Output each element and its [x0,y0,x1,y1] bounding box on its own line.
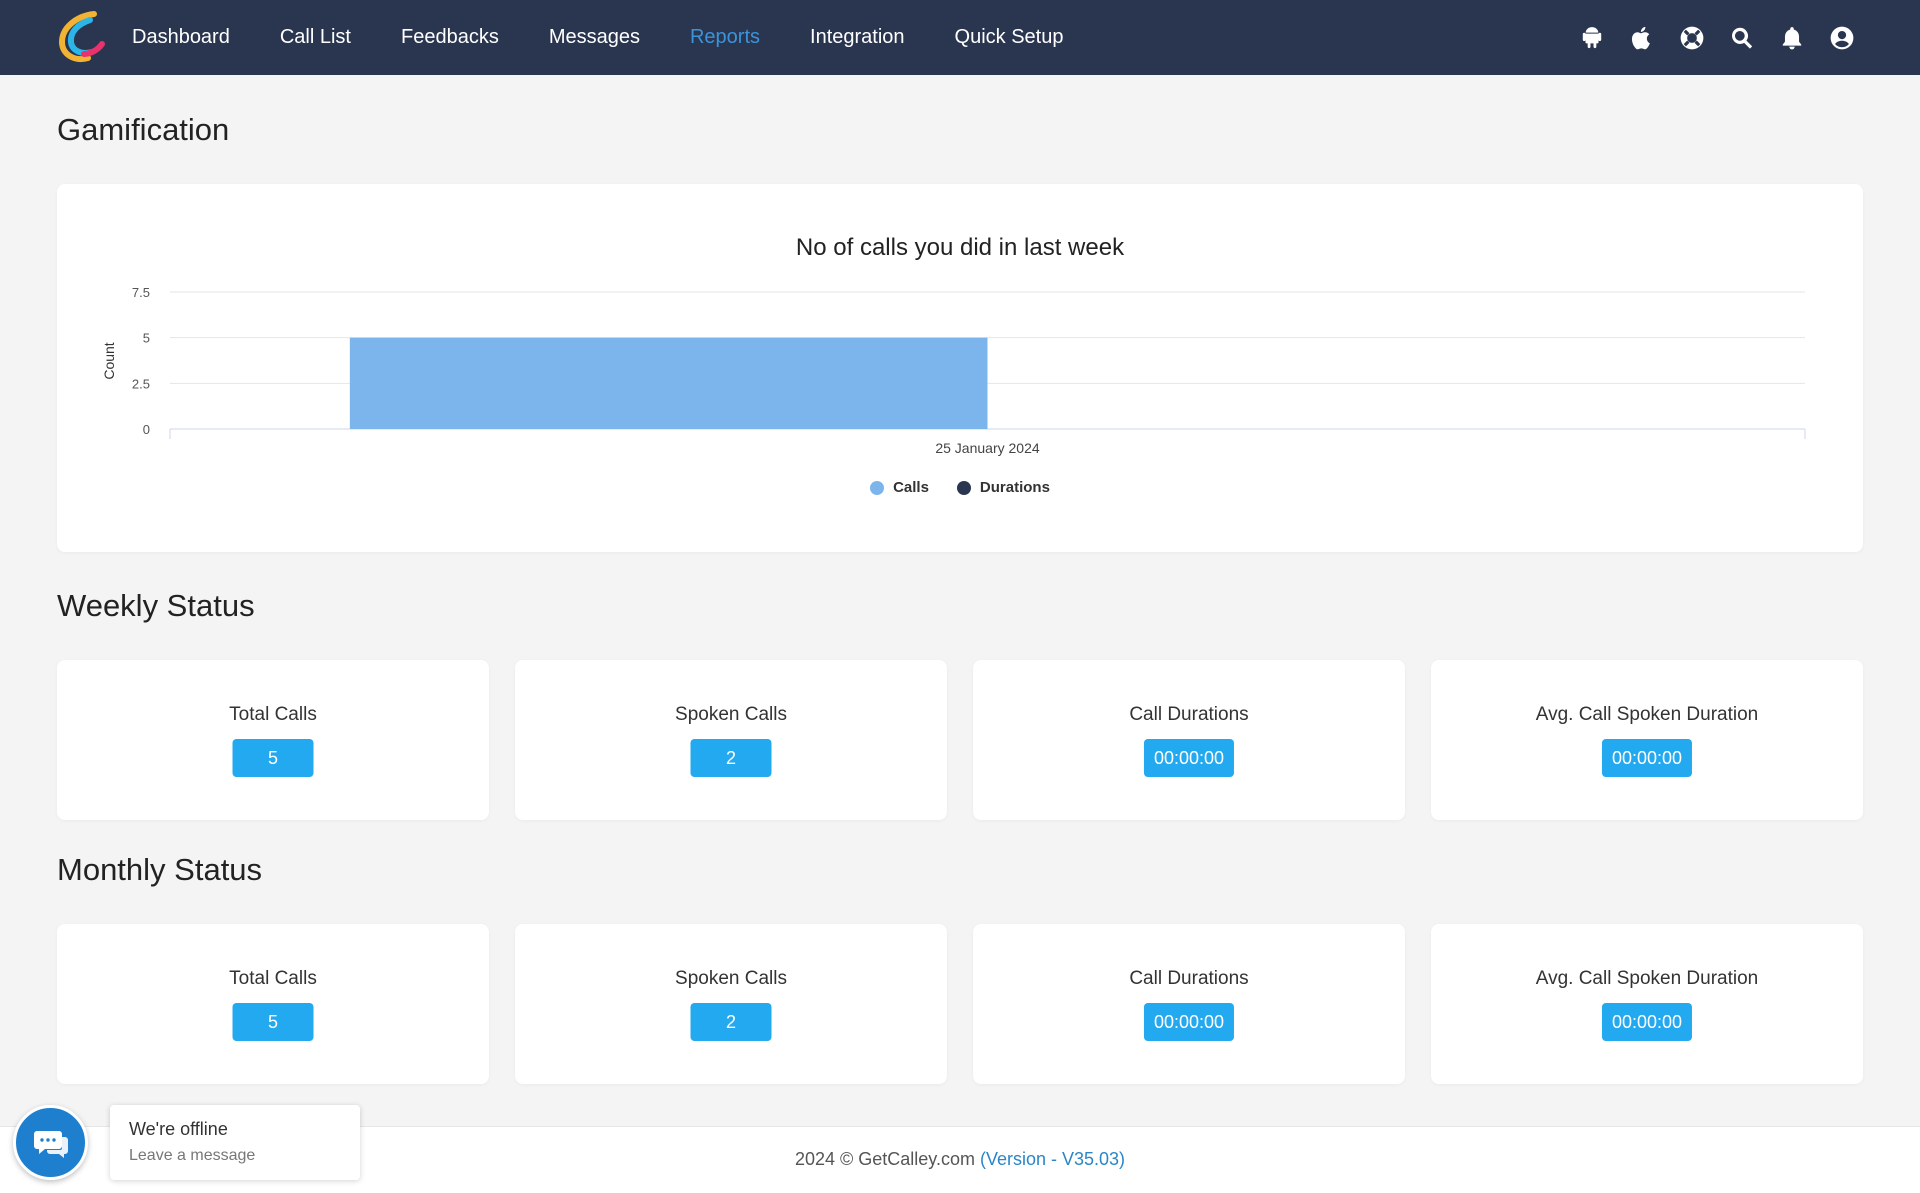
search-icon[interactable] [1728,24,1756,52]
gamification-heading: Gamification [57,112,230,147]
stat-label: Spoken Calls [675,704,787,725]
legend-label-durations: Durations [979,479,1050,496]
nav-quick-setup[interactable]: Quick Setup [955,26,1064,49]
weekly-avg-spoken-duration-card: Avg. Call Spoken Duration 00:00:00 [1431,660,1863,820]
x-tick-label: 25 January 2024 [935,440,1040,456]
y-tick-label: 7.5 [132,285,150,300]
stat-label: Total Calls [229,704,317,725]
nav-dashboard[interactable]: Dashboard [132,26,230,49]
stat-label: Spoken Calls [675,968,787,989]
legend-item-calls[interactable]: Calls [870,479,929,496]
nav-integration[interactable]: Integration [810,26,905,49]
calls-chart: 0 2.5 5 7.5 Count 25 January 2024 [101,285,1806,456]
stat-value-badge: 00:00:00 [1601,739,1693,777]
nav-icon-group [1556,0,1856,75]
monthly-spoken-calls-card: Spoken Calls 2 [515,924,947,1084]
stat-value-badge: 2 [690,1003,772,1041]
main-nav: Dashboard Call List Feedbacks Messages R… [132,0,1113,75]
weekly-call-durations-card: Call Durations 00:00:00 [973,660,1405,820]
help-lifebuoy-icon[interactable] [1678,24,1706,52]
weekly-spoken-calls-card: Spoken Calls 2 [515,660,947,820]
top-navbar: Dashboard Call List Feedbacks Messages R… [0,0,1920,75]
stat-label: Call Durations [1129,704,1249,725]
stat-value-badge: 2 [690,739,772,777]
chat-leave-message-text: Leave a message [129,1147,256,1164]
stat-label: Avg. Call Spoken Duration [1535,704,1759,725]
stat-value-badge: 5 [232,1003,314,1041]
stat-value-badge: 5 [232,739,314,777]
y-tick-label: 2.5 [132,376,150,391]
nav-messages[interactable]: Messages [549,26,640,49]
chat-launcher-button[interactable] [13,1105,88,1180]
weekly-total-calls-card: Total Calls 5 [57,660,489,820]
stat-value-badge: 00:00:00 [1143,1003,1235,1041]
chart-legend: Calls Durations [57,479,1863,496]
stat-label: Total Calls [229,968,317,989]
weekly-status-heading: Weekly Status [57,588,255,623]
chat-status-text: We're offline [129,1119,228,1139]
nav-feedbacks[interactable]: Feedbacks [401,26,499,49]
chat-offline-bubble[interactable]: We're offline Leave a message [110,1105,360,1180]
y-tick-label: 5 [143,331,150,346]
stat-label: Avg. Call Spoken Duration [1535,968,1759,989]
stat-label: Call Durations [1129,968,1249,989]
monthly-avg-spoken-duration-card: Avg. Call Spoken Duration 00:00:00 [1431,924,1863,1084]
calley-logo[interactable] [54,10,108,64]
android-icon[interactable] [1578,24,1606,52]
monthly-call-durations-card: Call Durations 00:00:00 [973,924,1405,1084]
footer-copyright: 2024 © GetCalley.com [794,1149,975,1169]
legend-item-durations[interactable]: Durations [956,479,1050,496]
bar-calls [349,337,988,429]
user-account-icon[interactable] [1828,24,1856,52]
stat-value-badge: 00:00:00 [1143,739,1235,777]
legend-dot-durations [956,480,971,495]
y-tick-label: 0 [143,422,150,437]
nav-reports[interactable]: Reports [690,26,760,49]
calls-chart-card: No of calls you did in last week 0 2.5 5 7.… [57,184,1863,552]
chat-icon [33,1130,68,1158]
nav-call-list[interactable]: Call List [280,26,351,49]
y-axis-title: Count [101,342,117,379]
stat-value-badge: 00:00:00 [1601,1003,1693,1041]
monthly-status-heading: Monthly Status [57,852,263,887]
legend-label-calls: Calls [893,479,929,496]
monthly-total-calls-card: Total Calls 5 [57,924,489,1084]
footer-version-link[interactable]: (Version - V35.03) [980,1149,1125,1169]
apple-icon[interactable] [1628,24,1656,52]
legend-dot-calls [870,480,885,495]
bell-icon[interactable] [1778,24,1806,52]
